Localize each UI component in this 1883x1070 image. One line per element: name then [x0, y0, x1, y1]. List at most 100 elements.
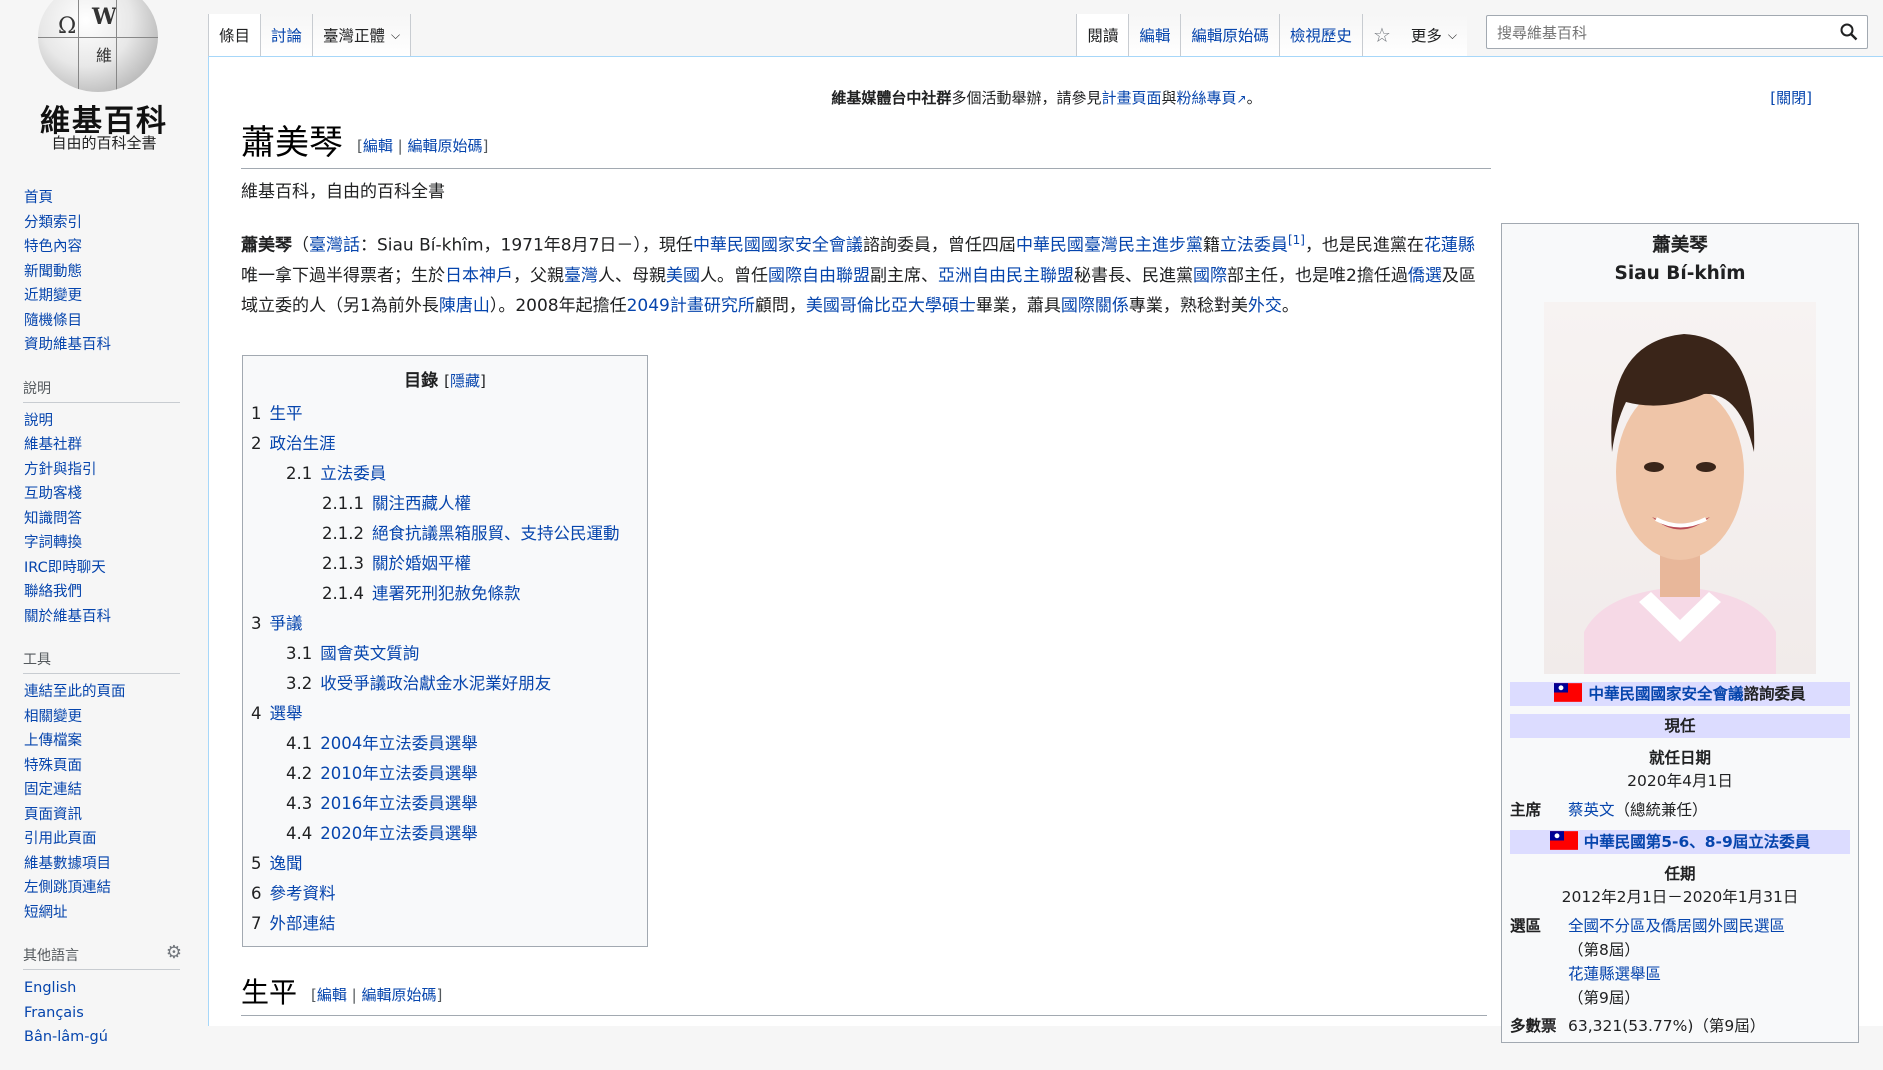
toc-item[interactable]: 4.1 2004年立法委員選舉 — [251, 729, 639, 759]
lead-link[interactable]: [1] — [1288, 233, 1305, 247]
lead-link[interactable]: 美國 — [666, 266, 700, 286]
lead-link[interactable]: 碩士 — [942, 296, 976, 316]
wikipedia-logo[interactable]: Ω W 維 維基百科 自由的百科全書 — [0, 0, 208, 160]
sidebar-item-random[interactable]: 隨機條目 — [24, 313, 82, 329]
toc-item[interactable]: 3.1 國會英文質詢 — [251, 639, 639, 669]
tab-edit[interactable]: 編輯 — [1129, 14, 1182, 56]
sidebar-item-lang-en[interactable]: English — [24, 980, 76, 996]
sidebar-item-lang-nan[interactable]: Bân-lâm-gú — [24, 1029, 108, 1045]
toc-item-link[interactable]: 立法委員 — [320, 464, 386, 483]
sidebar-item-donate[interactable]: 資助維基百科 — [24, 337, 111, 353]
toc-item-link[interactable]: 選舉 — [270, 704, 303, 723]
toc-item-link[interactable]: 政治生涯 — [270, 434, 336, 453]
lead-link[interactable]: 立法委員 — [1220, 236, 1288, 256]
lead-link[interactable]: 日本 — [445, 266, 479, 286]
more-dropdown[interactable]: 更多 ⌵ — [1400, 14, 1467, 56]
toc-item[interactable]: 2.1.3 關於婚姻平權 — [251, 549, 639, 579]
sidebar-item-main-page[interactable]: 首頁 — [24, 190, 53, 206]
toc-item-link[interactable]: 2016年立法委員選舉 — [320, 794, 478, 813]
notice-dismiss-button[interactable]: [關閉] — [1770, 87, 1812, 108]
toc-item[interactable]: 4.4 2020年立法委員選舉 — [251, 819, 639, 849]
lead-link[interactable]: 臺灣 — [1084, 236, 1118, 256]
lead-link[interactable]: 2049計畫研究所 — [627, 296, 755, 316]
lead-link[interactable]: 哥倫比亞大學 — [840, 296, 942, 316]
sidebar-item-special-pages[interactable]: 特殊頁面 — [24, 758, 82, 774]
toc-item[interactable]: 2.1.4 連署死刑犯赦免條款 — [251, 579, 639, 609]
tab-edit-source[interactable]: 編輯原始碼 — [1181, 14, 1280, 56]
sidebar-item-cite[interactable]: 引用此頁面 — [24, 831, 97, 847]
lead-link[interactable]: 國際自由聯盟 — [768, 266, 870, 286]
sidebar-item-recent-changes[interactable]: 近期變更 — [24, 288, 82, 304]
lead-link[interactable]: 僑選 — [1408, 266, 1442, 286]
tab-talk[interactable]: 討論 — [261, 14, 314, 56]
toc-item[interactable]: 4.3 2016年立法委員選舉 — [251, 789, 639, 819]
tab-talk-label[interactable]: 討論 — [271, 24, 302, 46]
sidebar-item-related-changes[interactable]: 相關變更 — [24, 709, 82, 725]
toc-item[interactable]: 2.1 立法委員 — [251, 459, 639, 489]
toc-item[interactable]: 2.1.2 絕食抗議黑箱服貿、支持公民運動 — [251, 519, 639, 549]
sidebar-item-policies[interactable]: 方針與指引 — [24, 462, 97, 478]
office1-link[interactable]: 中華民國國家安全會議 — [1588, 685, 1743, 703]
sidebar-item-reference-desk[interactable]: 知識問答 — [24, 511, 82, 527]
chair-link[interactable]: 蔡英文 — [1568, 801, 1615, 819]
sidebar-item-permalink[interactable]: 固定連結 — [24, 782, 82, 798]
lead-link[interactable]: 臺灣話 — [309, 236, 360, 256]
sidebar-item-contact[interactable]: 聯絡我們 — [24, 584, 82, 600]
sidebar-item-featured[interactable]: 特色內容 — [24, 239, 82, 255]
sidebar-item-about[interactable]: 關於維基百科 — [24, 609, 111, 625]
sidebar-item-village-pump[interactable]: 互助客棧 — [24, 486, 82, 502]
sidebar-item-back-to-top[interactable]: 左側跳頂連結 — [24, 880, 111, 896]
office2-link[interactable]: 立法委員 — [1748, 833, 1810, 851]
sidebar-item-news[interactable]: 新聞動態 — [24, 264, 82, 280]
lead-link[interactable]: 中華民國國家安全會議 — [693, 236, 863, 256]
notice-link-fanpage[interactable]: 粉絲專頁 — [1176, 89, 1236, 107]
search-icon[interactable] — [1839, 22, 1859, 42]
title-edit-link[interactable]: 編輯 — [363, 137, 393, 155]
toc-item-link[interactable]: 絕食抗議黑箱服貿、支持公民運動 — [372, 524, 620, 543]
lead-link[interactable]: 美國 — [806, 296, 840, 316]
tab-edit-source-label[interactable]: 編輯原始碼 — [1191, 24, 1269, 46]
variant-dropdown[interactable]: 臺灣正體 ⌵ — [313, 14, 412, 56]
sidebar-item-lang-fr[interactable]: Français — [24, 1005, 84, 1021]
toc-item[interactable]: 7 外部連結 — [251, 909, 639, 939]
search-input[interactable] — [1495, 17, 1829, 49]
toc-item-link[interactable]: 連署死刑犯赦免條款 — [372, 584, 521, 603]
sidebar-item-categories[interactable]: 分類索引 — [24, 215, 82, 231]
title-edit-source-link[interactable]: 編輯原始碼 — [407, 137, 482, 155]
sidebar-item-irc[interactable]: IRC即時聊天 — [24, 560, 106, 576]
toc-item-link[interactable]: 2004年立法委員選舉 — [320, 734, 478, 753]
toc-item-link[interactable]: 外部連結 — [270, 914, 336, 933]
toc-item-link[interactable]: 關於婚姻平權 — [372, 554, 471, 573]
toc-item[interactable]: 5 逸聞 — [251, 849, 639, 879]
lead-link[interactable]: 花蓮縣 — [1424, 236, 1475, 256]
sidebar-item-wikidata[interactable]: 維基數據項目 — [24, 856, 111, 872]
section-edit-link[interactable]: 編輯 — [317, 986, 347, 1004]
district2-link[interactable]: 花蓮縣選舉區 — [1568, 965, 1661, 983]
gear-icon[interactable]: ⚙ — [166, 942, 182, 963]
lead-link[interactable]: 國際關係 — [1061, 296, 1129, 316]
toc-item[interactable]: 4.2 2010年立法委員選舉 — [251, 759, 639, 789]
toc-item-link[interactable]: 收受爭議政治獻金水泥業好朋友 — [320, 674, 551, 693]
sidebar-item-short-url[interactable]: 短網址 — [24, 905, 68, 921]
toc-item-link[interactable]: 爭議 — [270, 614, 303, 633]
sidebar-item-community[interactable]: 維基社群 — [24, 437, 82, 453]
toc-item-link[interactable]: 關注西藏人權 — [372, 494, 471, 513]
toc-item[interactable]: 3.2 收受爭議政治獻金水泥業好朋友 — [251, 669, 639, 699]
sidebar-item-upload[interactable]: 上傳檔案 — [24, 733, 82, 749]
toc-item[interactable]: 2.1.1 關注西藏人權 — [251, 489, 639, 519]
toc-item-link[interactable]: 逸聞 — [270, 854, 303, 873]
search-box[interactable] — [1486, 15, 1868, 49]
tab-edit-label[interactable]: 編輯 — [1139, 24, 1170, 46]
lead-link[interactable]: 亞洲自由民主聯盟 — [938, 266, 1074, 286]
lead-link[interactable]: 國際 — [1193, 266, 1227, 286]
toc-item[interactable]: 3 爭議 — [251, 609, 639, 639]
toc-item-link[interactable]: 參考資料 — [270, 884, 336, 903]
tab-read[interactable]: 閱讀 — [1076, 14, 1130, 56]
sidebar-item-help[interactable]: 說明 — [24, 413, 53, 429]
lead-link[interactable]: 臺灣 — [564, 266, 598, 286]
sidebar-item-what-links-here[interactable]: 連結至此的頁面 — [24, 684, 126, 700]
toc-item[interactable]: 2 政治生涯 — [251, 429, 639, 459]
lead-link[interactable]: 中華民國 — [1016, 236, 1084, 256]
toc-item[interactable]: 6 參考資料 — [251, 879, 639, 909]
toc-item[interactable]: 1 生平 — [251, 399, 639, 429]
